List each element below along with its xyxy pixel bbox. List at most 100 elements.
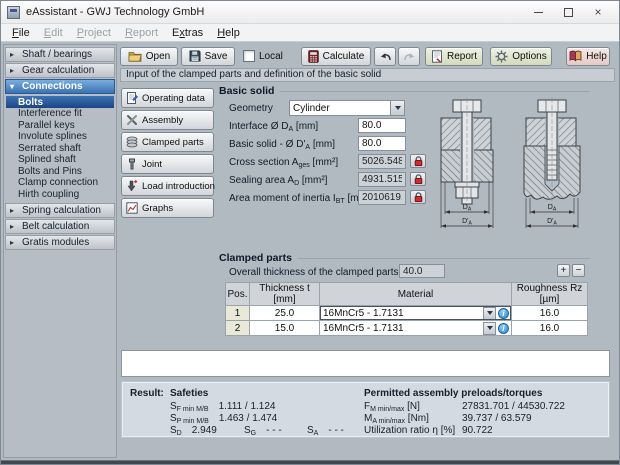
local-checkbox-label: Local (259, 51, 283, 62)
material-select[interactable]: 16MnCr5 - 1.7131 i (320, 321, 511, 335)
joint-diagram-tapped: DA D'A (520, 98, 584, 234)
chevron-right-icon: ▸ (10, 223, 18, 231)
preload-ma-label: MA min/max [Nm] (364, 413, 429, 424)
material-selected-value: 16MnCr5 - 1.7131 (320, 323, 483, 334)
open-button-label: Open (146, 51, 170, 62)
material-selected-value: 16MnCr5 - 1.7131 (320, 308, 483, 319)
sidebar-group-spring-calculation[interactable]: ▸ Spring calculation (5, 203, 115, 218)
sidebar-item-interference-fit[interactable]: Interference fit (6, 108, 114, 120)
sidebar-item-splined-shaft[interactable]: Splined shaft (6, 154, 114, 166)
maximize-button[interactable] (561, 5, 575, 19)
dropdown-arrow-icon[interactable] (390, 101, 404, 115)
col-header-material: Material (320, 283, 512, 306)
report-button[interactable]: Report (425, 47, 483, 66)
result-label: Result: (130, 388, 164, 399)
sidebar-item-bolts-and-pins[interactable]: Bolts and Pins (6, 165, 114, 177)
cell-thickness[interactable]: 25.0 (250, 306, 320, 321)
cross-section-lock-button[interactable] (410, 154, 426, 168)
titlebar: eAssistant - GWJ Technology GmbH × (1, 1, 619, 24)
minimize-icon (534, 12, 543, 13)
table-row: 1 25.0 16MnCr5 - 1.7131 i 16.0 (226, 306, 588, 321)
safety-sg: SG- - - (244, 425, 282, 436)
local-checkbox[interactable] (243, 50, 255, 62)
open-button[interactable]: Open (120, 47, 178, 66)
material-info-icon[interactable]: i (498, 308, 509, 319)
calculate-button[interactable]: Calculate (301, 47, 371, 66)
operating-data-button[interactable]: Operating data (121, 88, 214, 108)
help-button-label: Help (586, 51, 607, 62)
options-button[interactable]: Options (490, 47, 552, 66)
basic-solid-diameter-input[interactable] (358, 136, 406, 151)
clamped-parts-button[interactable]: Clamped parts (121, 132, 214, 152)
basic-solid-group-header: Basic solid (219, 85, 590, 97)
result-panel: Result: Safeties SF min M/B1.111 / 1.124… (121, 381, 610, 438)
help-button[interactable]: Help (566, 47, 610, 66)
dim-label-da-prime: D'A (462, 218, 472, 227)
clamped-parts-label: Clamped parts (142, 137, 204, 148)
assembly-tools-icon (126, 114, 138, 126)
sidebar-group-shaft-bearings[interactable]: ▸Shaft / bearings (5, 47, 115, 62)
add-row-button[interactable]: + (557, 264, 570, 277)
area-moment-lock-button[interactable] (410, 190, 426, 204)
joint-label: Joint (142, 159, 162, 170)
sealing-area-input (358, 172, 406, 187)
cell-material: 16MnCr5 - 1.7131 i (320, 321, 512, 336)
joint-bolt-icon (126, 158, 138, 170)
window-bottom-edge (1, 460, 619, 464)
load-introduction-button[interactable]: Load introduction (121, 176, 214, 196)
sealing-area-lock-button[interactable] (410, 172, 426, 186)
redo-button (398, 47, 420, 66)
sidebar-item-involute-splines[interactable]: Involute splines (6, 131, 114, 143)
preload-ma-value: 39.737 / 63.579 (462, 413, 532, 424)
cell-thickness[interactable]: 15.0 (250, 321, 320, 336)
menu-file[interactable]: File (5, 27, 37, 39)
sidebar-item-clamp-connection[interactable]: Clamp connection (6, 177, 114, 189)
utilization-ratio-label: Utilization ratio η [%] (364, 425, 455, 436)
safety-sa: SA- - - (307, 425, 344, 436)
interface-diameter-input[interactable] (358, 118, 406, 133)
material-info-icon[interactable]: i (498, 323, 509, 334)
menu-project: Project (70, 27, 118, 39)
sidebar-group-label: Shaft / bearings (22, 49, 92, 60)
menu-help[interactable]: Help (210, 27, 247, 39)
status-info-bar: Input of the clamped parts and definitio… (120, 68, 615, 82)
dropdown-arrow-icon[interactable] (483, 322, 496, 335)
sidebar-group-gratis-modules[interactable]: ▸Gratis modules (5, 235, 115, 250)
chevron-right-icon: ▸ (10, 207, 18, 215)
sidebar-group-belt-calculation[interactable]: ▸Belt calculation (5, 219, 115, 234)
chevron-right-icon: ▸ (10, 67, 18, 75)
assembly-button[interactable]: Assembly (121, 110, 214, 130)
joint-diagram-through-bolt: DA D'A (435, 98, 499, 234)
geometry-select[interactable]: Cylinder (289, 100, 405, 116)
joint-button[interactable]: Joint (121, 154, 214, 174)
sidebar-group-label: Spring calculation (22, 205, 101, 216)
close-button[interactable]: × (591, 5, 605, 19)
minimize-button[interactable] (531, 5, 545, 19)
group-divider-line (298, 258, 590, 259)
undo-button[interactable] (374, 47, 396, 66)
sidebar-group-label: Connections (22, 81, 83, 92)
lock-icon (413, 192, 424, 203)
dropdown-arrow-icon[interactable] (483, 307, 496, 320)
cell-roughness[interactable]: 16.0 (512, 321, 588, 336)
sidebar-item-hirth-coupling[interactable]: Hirth coupling (6, 188, 114, 200)
sealing-area-label: Sealing area AD [mm²] (229, 175, 327, 186)
sidebar-group-connections[interactable]: ▾Connections (5, 79, 115, 94)
menu-extras[interactable]: Extras (165, 27, 210, 39)
assembly-label: Assembly (142, 115, 183, 126)
report-button-label: Report (447, 51, 477, 62)
clamped-parts-icon (126, 136, 138, 148)
material-select[interactable]: 16MnCr5 - 1.7131 i (320, 306, 511, 320)
sidebar-group-gear-calculation[interactable]: ▸Gear calculation (5, 63, 115, 78)
sidebar-item-serrated-shaft[interactable]: Serrated shaft (6, 142, 114, 154)
remove-row-button[interactable]: − (572, 264, 585, 277)
maximize-icon (564, 8, 573, 17)
cell-roughness[interactable]: 16.0 (512, 306, 588, 321)
cross-section-input (358, 154, 406, 169)
sidebar-item-bolts[interactable]: Bolts (6, 96, 114, 108)
save-button[interactable]: Save (181, 47, 235, 66)
table-header-row: Pos. Thickness t [mm] Material Roughness… (226, 283, 588, 306)
dim-label-da: DA (548, 204, 557, 213)
graphs-button[interactable]: Graphs (121, 198, 214, 218)
sidebar-item-parallel-keys[interactable]: Parallel keys (6, 119, 114, 131)
